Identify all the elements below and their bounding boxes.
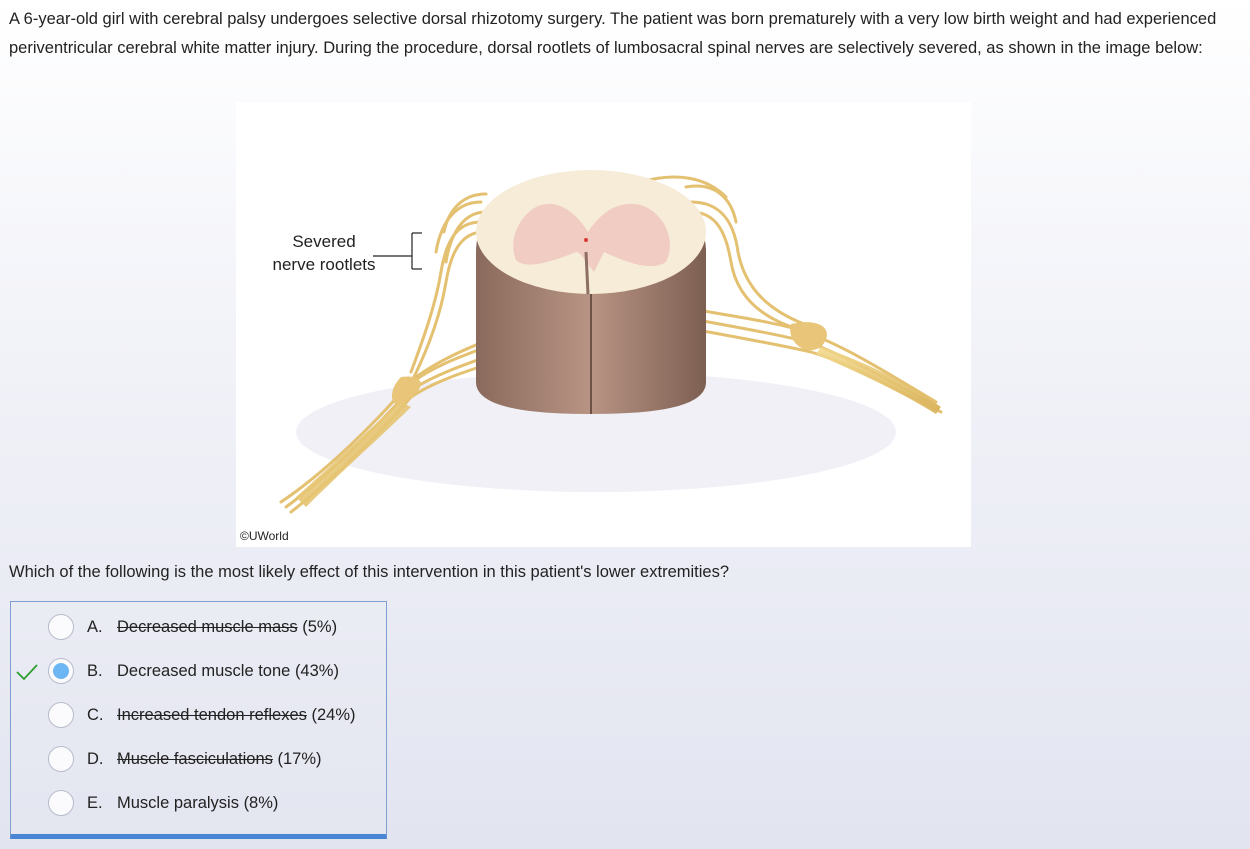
figure-label: Severed nerve rootlets [256, 230, 392, 276]
option-letter: E. [87, 794, 103, 812]
option-label: Decreased muscle tone [117, 662, 291, 680]
option-percent: (17%) [277, 750, 322, 768]
option-letter: D. [87, 750, 104, 768]
option-letter: A. [87, 618, 103, 636]
answer-choices: A. Decreased muscle mass (5%) B. Decreas… [10, 601, 387, 839]
radio-button-c[interactable] [48, 702, 74, 728]
option-label: Muscle paralysis [117, 794, 239, 812]
option-label: Increased tendon reflexes [117, 706, 307, 724]
spinal-cord-figure: Severed nerve rootlets ©UWorld [236, 102, 971, 547]
spinal-cord-illustration [279, 170, 943, 514]
answer-option-c[interactable]: C. Increased tendon reflexes (24%) [11, 694, 386, 738]
option-text: Decreased muscle tone (43%) [117, 662, 339, 681]
option-letter: C. [87, 706, 104, 724]
option-text: Muscle fasciculations (17%) [117, 750, 322, 769]
figure-label-line-1: Severed [292, 232, 356, 251]
radio-button-a[interactable] [48, 614, 74, 640]
question-stem: A 6-year-old girl with cerebral palsy un… [9, 10, 1217, 57]
figure-label-line-2: nerve rootlets [272, 255, 376, 274]
radio-button-e[interactable] [48, 790, 74, 816]
option-text: Decreased muscle mass (5%) [117, 618, 337, 637]
answer-option-b[interactable]: B. Decreased muscle tone (43%) [11, 650, 386, 694]
option-letter: B. [87, 662, 103, 680]
option-text: Muscle paralysis (8%) [117, 794, 278, 813]
check-icon [16, 664, 38, 681]
option-label: Muscle fasciculations [117, 750, 273, 768]
option-percent: (43%) [294, 662, 339, 680]
answer-option-d[interactable]: D. Muscle fasciculations (17%) [11, 738, 386, 782]
option-text: Increased tendon reflexes (24%) [117, 706, 355, 725]
copyright-label: ©UWorld [240, 529, 289, 543]
answer-option-a[interactable]: A. Decreased muscle mass (5%) [11, 606, 386, 650]
option-percent: (8%) [243, 794, 279, 812]
option-percent: (24%) [311, 706, 356, 724]
question-text: Which of the following is the most likel… [9, 563, 730, 581]
answer-option-e[interactable]: E. Muscle paralysis (8%) [11, 782, 386, 826]
option-label: Decreased muscle mass [117, 618, 298, 636]
radio-button-d[interactable] [48, 746, 74, 772]
radio-button-b[interactable] [48, 658, 74, 684]
option-percent: (5%) [302, 618, 338, 636]
